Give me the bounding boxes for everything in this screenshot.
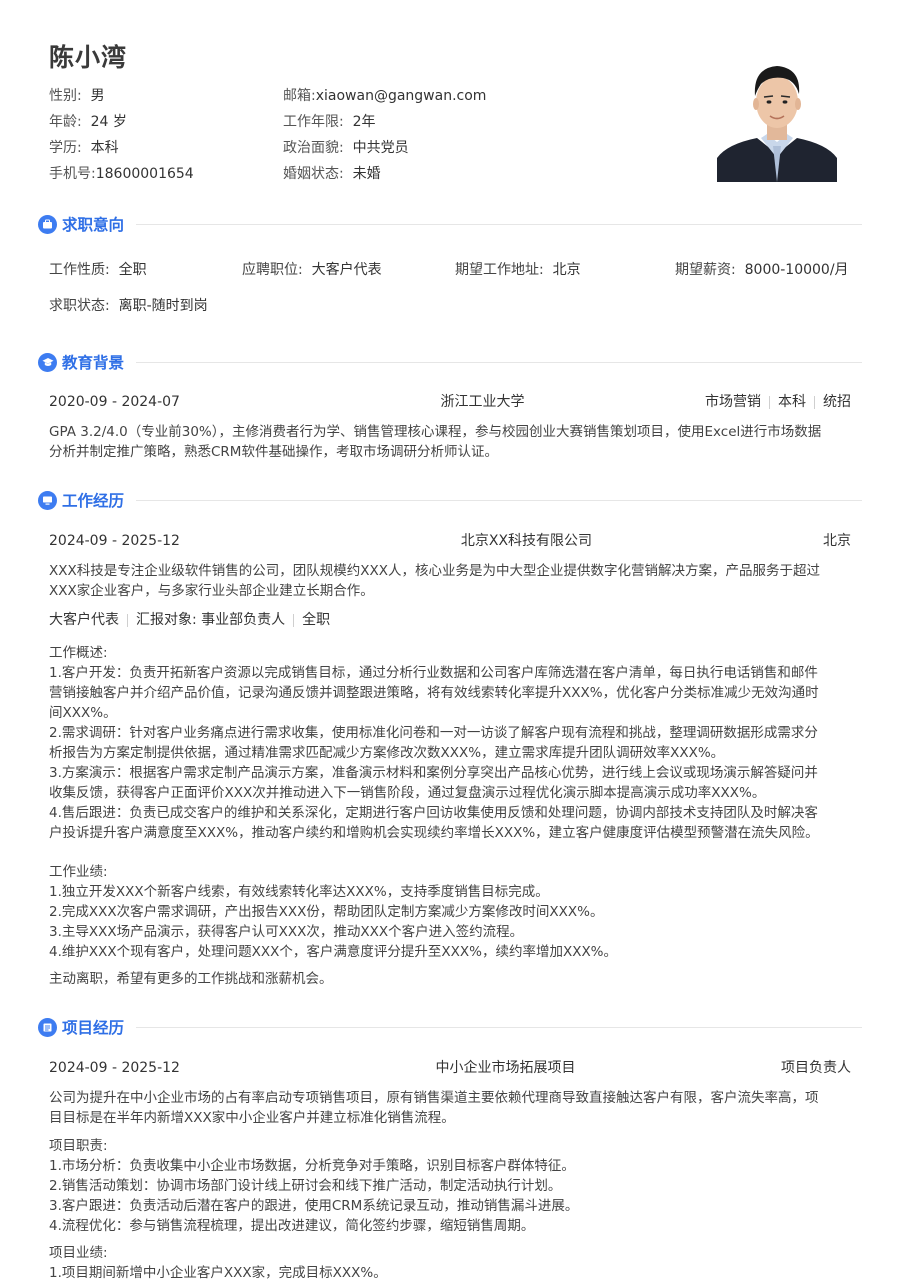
job-status: 求职状态: 离职-随时到岗	[49, 298, 208, 314]
monitor-icon	[38, 490, 57, 510]
section-title: 教育背景	[62, 354, 125, 372]
gender-info: 性别: 男	[49, 88, 105, 104]
resume-page: 陈小湾 性别: 男 年龄: 24 岁 学历: 本科 手机号:1860000165…	[0, 0, 900, 1281]
politics-info: 政治面貌: 中共党员	[283, 140, 409, 156]
education-row: 2020-09 - 2024-07 浙江工业大学 市场营销 本科 统招	[49, 393, 851, 411]
project-period: 2024-09 - 2025-12	[49, 1060, 180, 1076]
major-tag: 市场营销	[704, 394, 761, 410]
project-name: 中小企业市场拓展项目	[435, 1060, 576, 1076]
section-divider	[136, 1026, 862, 1028]
profile-photo	[717, 46, 837, 182]
job-position: 应聘职位: 大客户代表	[242, 262, 382, 278]
job-city: 期望工作地址: 北京	[455, 262, 581, 278]
email-info: 邮箱:xiaowan@gangwan.com	[283, 88, 487, 104]
work-period: 2024-09 - 2025-12	[49, 533, 180, 549]
section-work: 工作经历	[38, 489, 862, 511]
section-title: 工作经历	[62, 492, 125, 510]
candidate-name: 陈小湾	[49, 43, 128, 72]
report-to-tag: 汇报对象: 事业部负责人	[136, 612, 286, 628]
phone-info: 手机号:18600001654	[49, 166, 194, 182]
section-divider	[136, 499, 862, 501]
avatar-illustration	[717, 46, 837, 182]
work-years-info: 工作年限: 2年	[283, 114, 376, 130]
role-tag: 大客户代表	[49, 612, 119, 628]
project-intro: 公司为提升在中小企业市场的占有率启动专项销售项目，原有销售渠道主要依赖代理商导致…	[49, 1090, 819, 1126]
work-row: 2024-09 - 2025-12 北京XX科技有限公司 北京	[49, 532, 851, 550]
project-role: 项目负责人	[780, 1060, 851, 1076]
section-title: 项目经历	[62, 1019, 125, 1037]
project-duties: 项目职责: 1.市场分析：负责收集中小企业市场数据，分析竞争对手策略，识别目标客…	[49, 1138, 579, 1234]
education-description: GPA 3.2/4.0（专业前30%），主修消费者行为学、销售管理核心课程，参与…	[49, 424, 822, 460]
document-icon	[38, 1017, 57, 1037]
section-divider	[136, 223, 862, 225]
job-salary: 期望薪资: 8000-10000/月	[675, 262, 849, 278]
project-results: 项目业绩: 1.项目期间新增中小企业客户XXX家，完成目标XXX%。	[49, 1245, 387, 1281]
section-education: 教育背景	[38, 351, 862, 373]
company-intro: XXX科技是专注企业级软件销售的公司，团队规模约XXX人，核心业务是为中大型企业…	[49, 563, 820, 599]
work-achievements: 工作业绩: 1.独立开发XXX个新客户线索，有效线索转化率达XXX%，支持季度销…	[49, 864, 618, 960]
education-info: 学历: 本科	[49, 140, 119, 156]
job-type: 工作性质: 全职	[49, 262, 147, 278]
marital-info: 婚姻状态: 未婚	[283, 166, 381, 182]
company-name: 北京XX科技有限公司	[460, 533, 593, 549]
graduation-cap-icon	[38, 352, 57, 372]
education-period: 2020-09 - 2024-07	[49, 394, 180, 410]
section-divider	[136, 361, 862, 363]
work-overview: 工作概述: 1.客户开发：负责开拓新客户资源以完成销售目标，通过分析行业数据和公…	[49, 645, 819, 841]
enrollment-tag: 统招	[822, 394, 851, 410]
briefcase-icon	[38, 214, 57, 234]
leave-reason: 主动离职，希望有更多的工作挑战和涨薪机会。	[49, 971, 333, 987]
age-info: 年龄: 24 岁	[49, 114, 127, 130]
section-job-intent: 求职意向	[38, 213, 862, 235]
project-row: 2024-09 - 2025-12 中小企业市场拓展项目 项目负责人	[49, 1059, 851, 1077]
school-name: 浙江工业大学	[440, 394, 525, 410]
work-tags: 大客户代表 汇报对象: 事业部负责人 全职	[49, 611, 851, 629]
degree-tag: 本科	[777, 394, 806, 410]
section-title: 求职意向	[62, 216, 125, 234]
work-city: 北京	[822, 533, 851, 549]
employment-type-tag: 全职	[302, 612, 331, 628]
section-project: 项目经历	[38, 1016, 862, 1038]
education-tags: 市场营销 本科 统招	[705, 393, 851, 411]
